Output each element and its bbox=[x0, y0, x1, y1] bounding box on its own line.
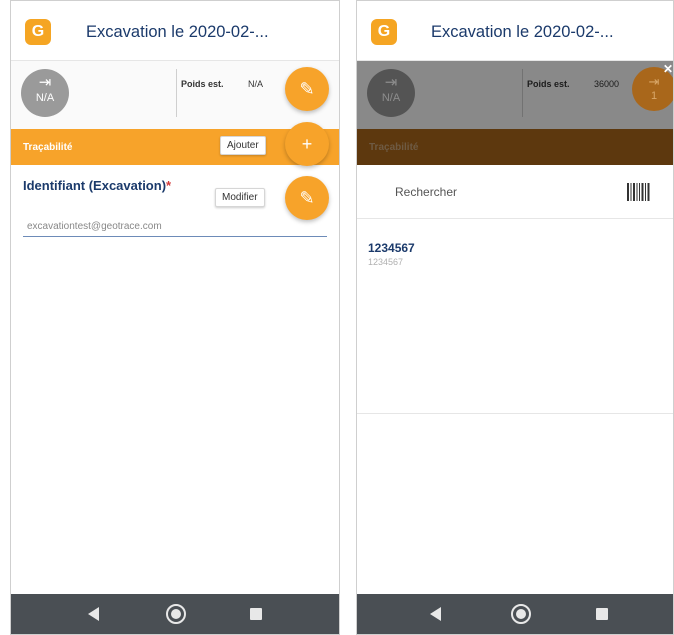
identifier-input[interactable] bbox=[23, 219, 327, 237]
entry-value: N/A bbox=[35, 92, 55, 104]
fab-add-button[interactable]: + bbox=[285, 122, 329, 166]
modify-tooltip: Modifier bbox=[215, 188, 265, 207]
android-nav-bar bbox=[11, 594, 339, 634]
section-title: Traçabilité bbox=[23, 142, 73, 153]
screen-search-overlay: G Excavation le 2020-02-... ⇥ N/A Poids … bbox=[356, 0, 674, 635]
scale-icon: ✎ bbox=[299, 79, 315, 99]
fab-edit-weight-button[interactable]: ✎ bbox=[285, 67, 329, 111]
app-title: Excavation le 2020-02-... bbox=[431, 23, 614, 41]
search-bar bbox=[357, 165, 673, 219]
identifier-label-text: Identifiant (Excavation) bbox=[23, 178, 167, 193]
geotrace-logo-icon: G bbox=[25, 19, 51, 45]
list-divider bbox=[357, 413, 673, 414]
geotrace-logo-icon: G bbox=[371, 19, 397, 45]
weight-value: N/A bbox=[248, 79, 264, 89]
back-icon[interactable] bbox=[430, 607, 441, 621]
search-input[interactable] bbox=[395, 185, 615, 199]
edit-icon: ✎ bbox=[299, 188, 315, 208]
info-separator bbox=[176, 69, 177, 117]
weight-label: Poids est. bbox=[181, 79, 224, 89]
screen-traceability-form: G Excavation le 2020-02-... ⇥ N/A Poids … bbox=[10, 0, 340, 635]
plus-icon: + bbox=[301, 134, 313, 154]
app-title: Excavation le 2020-02-... bbox=[86, 23, 269, 41]
android-nav-bar bbox=[357, 594, 673, 634]
barcode-icon[interactable] bbox=[627, 183, 651, 201]
back-icon[interactable] bbox=[88, 607, 99, 621]
identifier-field-label: Identifiant (Excavation)* bbox=[23, 178, 171, 193]
home-icon[interactable] bbox=[511, 604, 531, 624]
required-mark: * bbox=[166, 178, 172, 193]
app-bar: G Excavation le 2020-02-... bbox=[357, 1, 673, 61]
dim-overlay bbox=[357, 61, 673, 165]
fab-modify-button[interactable]: ✎ bbox=[285, 176, 329, 220]
result-item-subtitle: 1234567 bbox=[368, 257, 404, 267]
recent-apps-icon[interactable] bbox=[250, 608, 262, 620]
close-icon[interactable]: ✕ bbox=[663, 62, 673, 76]
exit-arrow-icon: ⇥ bbox=[648, 74, 660, 89]
exit-value: 1 bbox=[650, 90, 658, 102]
result-item-id[interactable]: 1234567 bbox=[368, 241, 415, 255]
entry-button[interactable]: ⇥ N/A bbox=[21, 69, 69, 117]
entry-arrow-icon: ⇥ bbox=[38, 74, 52, 91]
add-tooltip: Ajouter bbox=[220, 136, 266, 155]
app-bar: G Excavation le 2020-02-... bbox=[11, 1, 339, 61]
home-icon[interactable] bbox=[166, 604, 186, 624]
recent-apps-icon[interactable] bbox=[596, 608, 608, 620]
